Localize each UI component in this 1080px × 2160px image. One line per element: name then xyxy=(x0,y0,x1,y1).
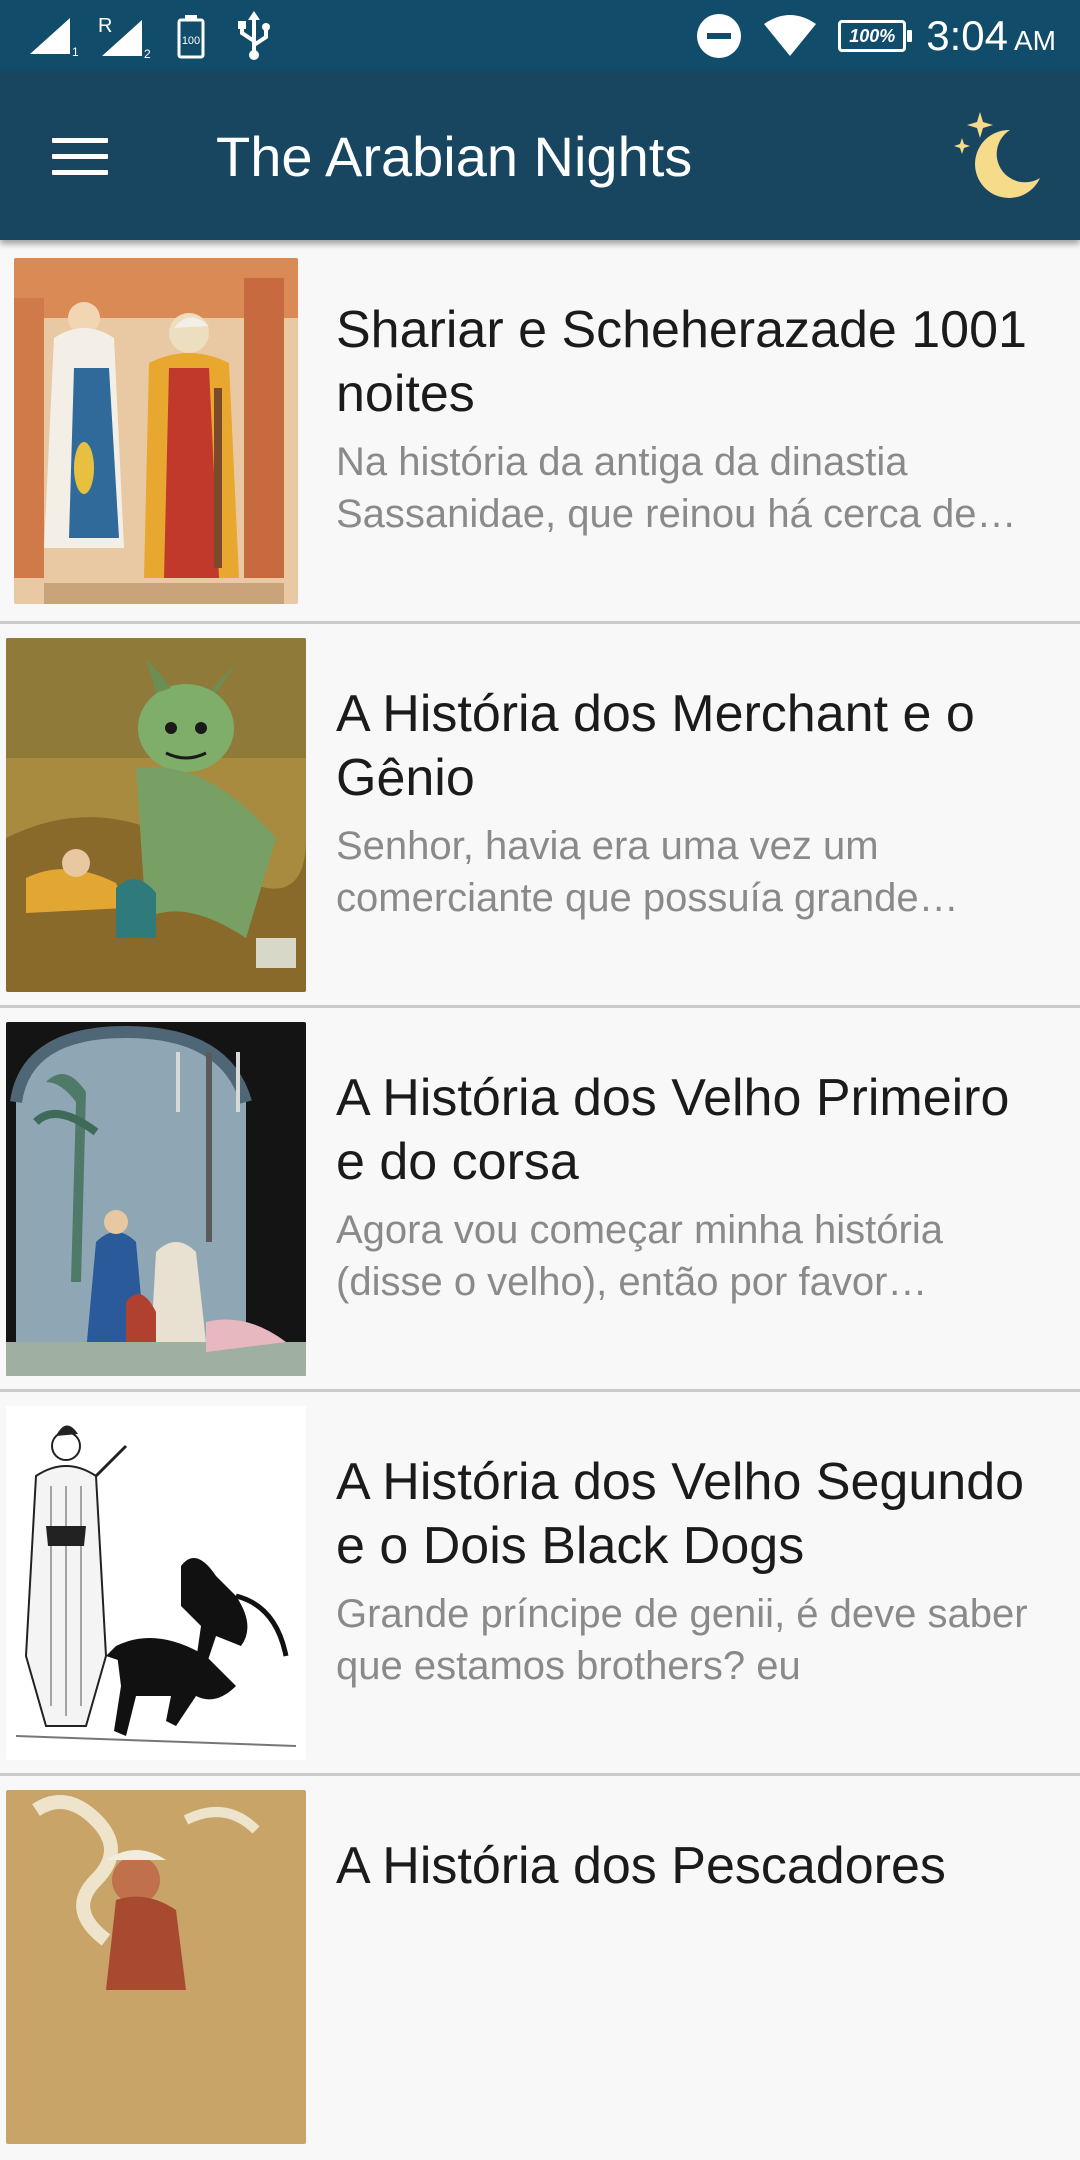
story-description: Agora vou começar minha história (disse … xyxy=(336,1208,943,1304)
scheherazade-and-sultan-illustration xyxy=(14,258,298,604)
genie-and-merchant-illustration xyxy=(6,638,306,992)
clock: 3:04 AM xyxy=(926,12,1056,60)
app-bar: The Arabian Nights xyxy=(0,72,1080,240)
story-text: A História dos Velho Segundo e o Dois Bl… xyxy=(336,1450,1036,1692)
story-list-item[interactable]: A História dos Pescadores xyxy=(0,1776,1080,2160)
story-description: Grande príncipe de genii, é deve saber q… xyxy=(336,1592,1028,1688)
battery-percent: 100% xyxy=(849,25,896,46)
story-text: A História dos Merchant e o Gênio Senhor… xyxy=(336,682,1036,924)
wifi-icon xyxy=(764,15,817,56)
clock-ampm: AM xyxy=(1014,25,1056,56)
story-text: Shariar e Scheherazade 1001 noites Na hi… xyxy=(336,298,1036,540)
menu-line xyxy=(52,169,108,175)
battery-saver-icon: 100 xyxy=(177,15,205,59)
svg-text:1: 1 xyxy=(72,45,79,58)
clock-time: 3:04 xyxy=(926,12,1008,59)
status-bar-left-icons: 1 R 2 100 xyxy=(26,11,274,60)
fisherman-and-smoke-illustration xyxy=(6,1790,306,2144)
story-description: Senhor, havia era uma vez um comerciante… xyxy=(336,824,919,920)
story-description: Na história da antiga da dinastia Sassan… xyxy=(336,440,977,536)
story-title: A História dos Velho Primeiro e do corsa xyxy=(336,1069,1010,1191)
status-bar-right-icons: 100% 3:04 AM xyxy=(696,10,1056,62)
do-not-disturb-icon xyxy=(697,14,742,58)
story-title: A História dos Velho Segundo e o Dois Bl… xyxy=(336,1453,1025,1575)
app-title: The Arabian Nights xyxy=(216,125,693,188)
svg-text:R: R xyxy=(98,15,112,37)
story-title: Shariar e Scheherazade 1001 noites xyxy=(336,301,1027,423)
usb-icon xyxy=(238,11,270,60)
story-list: Shariar e Scheherazade 1001 noites Na hi… xyxy=(0,240,1080,2160)
signal-sim2-roaming-icon: R 2 xyxy=(98,15,151,60)
svg-text:2: 2 xyxy=(144,47,151,60)
hamburger-menu-icon[interactable] xyxy=(44,120,116,192)
story-list-item[interactable]: A História dos Velho Segundo e o Dois Bl… xyxy=(0,1392,1080,1776)
menu-line xyxy=(52,153,108,159)
story-text: A História dos Velho Primeiro e do corsa… xyxy=(336,1066,1036,1308)
svg-text:100: 100 xyxy=(182,35,200,47)
old-man-and-black-dogs-illustration xyxy=(6,1406,306,1760)
menu-line xyxy=(52,137,108,143)
story-title: A História dos Pescadores xyxy=(336,1837,946,1895)
story-text: A História dos Pescadores xyxy=(336,1834,1036,1908)
battery-icon: 100% xyxy=(838,20,913,52)
signal-sim1-icon: 1 xyxy=(30,18,79,58)
story-list-item[interactable]: Shariar e Scheherazade 1001 noites Na hi… xyxy=(0,240,1080,624)
story-list-item[interactable]: A História dos Merchant e o Gênio Senhor… xyxy=(0,624,1080,1008)
story-list-item[interactable]: A História dos Velho Primeiro e do corsa… xyxy=(0,1008,1080,1392)
status-bar: 1 R 2 100 100% 3:04 AM xyxy=(0,0,1080,72)
story-title: A História dos Merchant e o Gênio xyxy=(336,685,975,807)
old-man-and-hind-illustration xyxy=(6,1022,306,1376)
moon-stars-icon[interactable] xyxy=(950,108,1046,204)
